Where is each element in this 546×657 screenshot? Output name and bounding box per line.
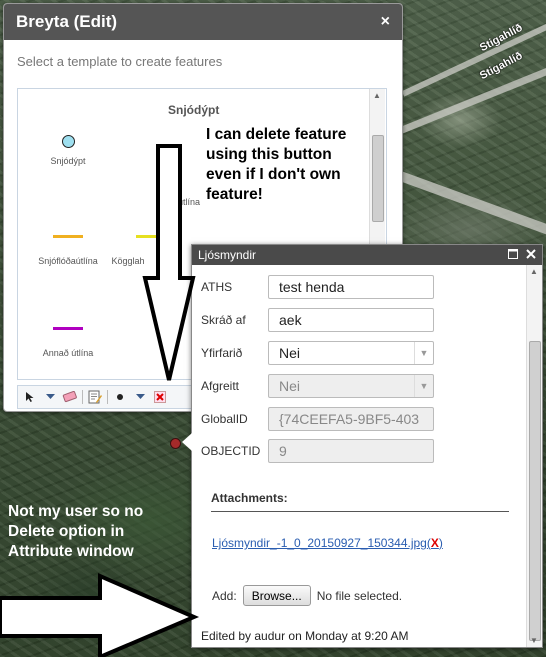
edited-by-text: Edited by audur on Monday at 9:20 AM [201,629,409,643]
attachment-link[interactable]: Ljósmyndir_-1_0_20150927_150344.jpg [212,536,427,550]
skrad-af-input[interactable]: aek [268,308,434,332]
scroll-up-icon[interactable]: ▲ [530,267,538,276]
close-icon[interactable]: × [381,13,390,31]
template-group-heading: Snjódýpt [168,103,220,117]
scroll-up-icon[interactable]: ▲ [373,91,381,100]
toolbar-divider [82,390,83,404]
chevron-down-icon: ▼ [414,375,433,397]
field-row: Skráð af aek [201,307,515,333]
line-symbol-icon [53,235,83,238]
close-icon[interactable] [526,248,536,262]
field-label: Yfirfarið [201,346,243,360]
attachment-item: Ljósmyndir_-1_0_20150927_150344.jpg(X) [212,536,443,550]
attachments-heading: Attachments: [211,491,288,505]
chevron-down-icon[interactable] [132,389,148,405]
line-symbol-icon [53,327,83,330]
annotation-line: Delete option in [8,523,125,540]
afgreitt-select: Nei ▼ [268,374,434,398]
template-annad-utlina[interactable]: Annað útlína [23,327,113,358]
annotation-line: I can delete feature [206,126,347,143]
field-label: Skráð af [201,313,246,327]
point-symbol-icon [61,135,75,148]
add-label: Add: [212,588,237,603]
scroll-thumb[interactable] [529,341,541,641]
scroll-thumb[interactable] [372,135,384,222]
point-icon[interactable] [112,389,128,405]
popup-body: ATHS test henda Skráð af aek Yfirfarið N… [192,265,526,647]
delete-attachment-icon[interactable]: X [431,536,439,550]
feature-marker[interactable] [170,438,181,449]
field-row: Afgreitt Nei ▼ [201,373,515,399]
field-label: ATHS [201,280,233,294]
edit-panel-header[interactable]: Breyta (Edit) × [4,4,402,40]
annotation-line: Attribute window [8,543,134,560]
toolbar-divider [107,390,108,404]
select-arrow-icon[interactable] [22,389,38,405]
no-file-text: No file selected. [316,588,403,603]
select-value: Nei [279,378,301,394]
popup-pointer [182,433,192,451]
add-attachment-row: Add: Browse... No file selected. [212,585,402,606]
annotation-line: even if I don't own [206,166,341,183]
template-label: Annað útlína [42,348,94,358]
field-row: ATHS test henda [201,274,515,300]
aths-input[interactable]: test henda [268,275,434,299]
field-row: GlobalID {74CEEFA5-9BF5-403 [201,406,515,432]
annotation-bottom: Not my user so no Delete option in Attri… [8,502,143,562]
template-label: Snjódýpt [50,156,86,166]
scroll-down-icon[interactable]: ▼ [530,636,538,645]
annotation-line: using this button [206,146,332,163]
eraser-icon[interactable] [62,389,78,405]
objectid-field: 9 [268,439,434,463]
chevron-down-icon[interactable]: ▼ [414,342,433,364]
popup-header[interactable]: Ljósmyndir [192,245,542,265]
attribute-popup: Ljósmyndir ATHS test henda Skráð af aek … [191,244,543,648]
template-instruction: Select a template to create features [17,54,223,69]
chevron-down-icon[interactable] [42,389,58,405]
annotation-line: feature! [206,186,263,203]
attributes-icon[interactable] [87,389,103,405]
field-label: GlobalID [201,412,248,426]
select-value: Nei [279,345,301,361]
divider [211,511,509,512]
maximize-icon[interactable] [508,248,518,262]
yfirfarid-select[interactable]: Nei ▼ [268,341,434,365]
field-label: OBJECTID [201,444,261,458]
template-kogglah[interactable]: Kögglah [98,235,158,266]
template-snjodypt[interactable]: Snjódýpt [23,135,113,166]
popup-scrollbar[interactable]: ▲ ▼ [526,265,542,647]
template-label: Kögglah [111,256,145,266]
template-label-partial: útlína [178,197,201,207]
field-row: Yfirfarið Nei ▼ [201,340,515,366]
popup-title: Ljósmyndir [198,248,257,262]
edit-panel-title: Breyta (Edit) [16,12,118,31]
field-row: OBJECTID 9 [201,438,515,464]
globalid-field: {74CEEFA5-9BF5-403 [268,407,434,431]
annotation-top: I can delete feature using this button e… [206,125,346,205]
edit-toolbar [17,385,209,409]
delete-icon[interactable] [152,389,168,405]
browse-button[interactable]: Browse... [242,585,311,606]
annotation-line: Not my user so no [8,503,144,520]
line-symbol-icon [136,235,156,238]
field-label: Afgreitt [201,379,240,393]
